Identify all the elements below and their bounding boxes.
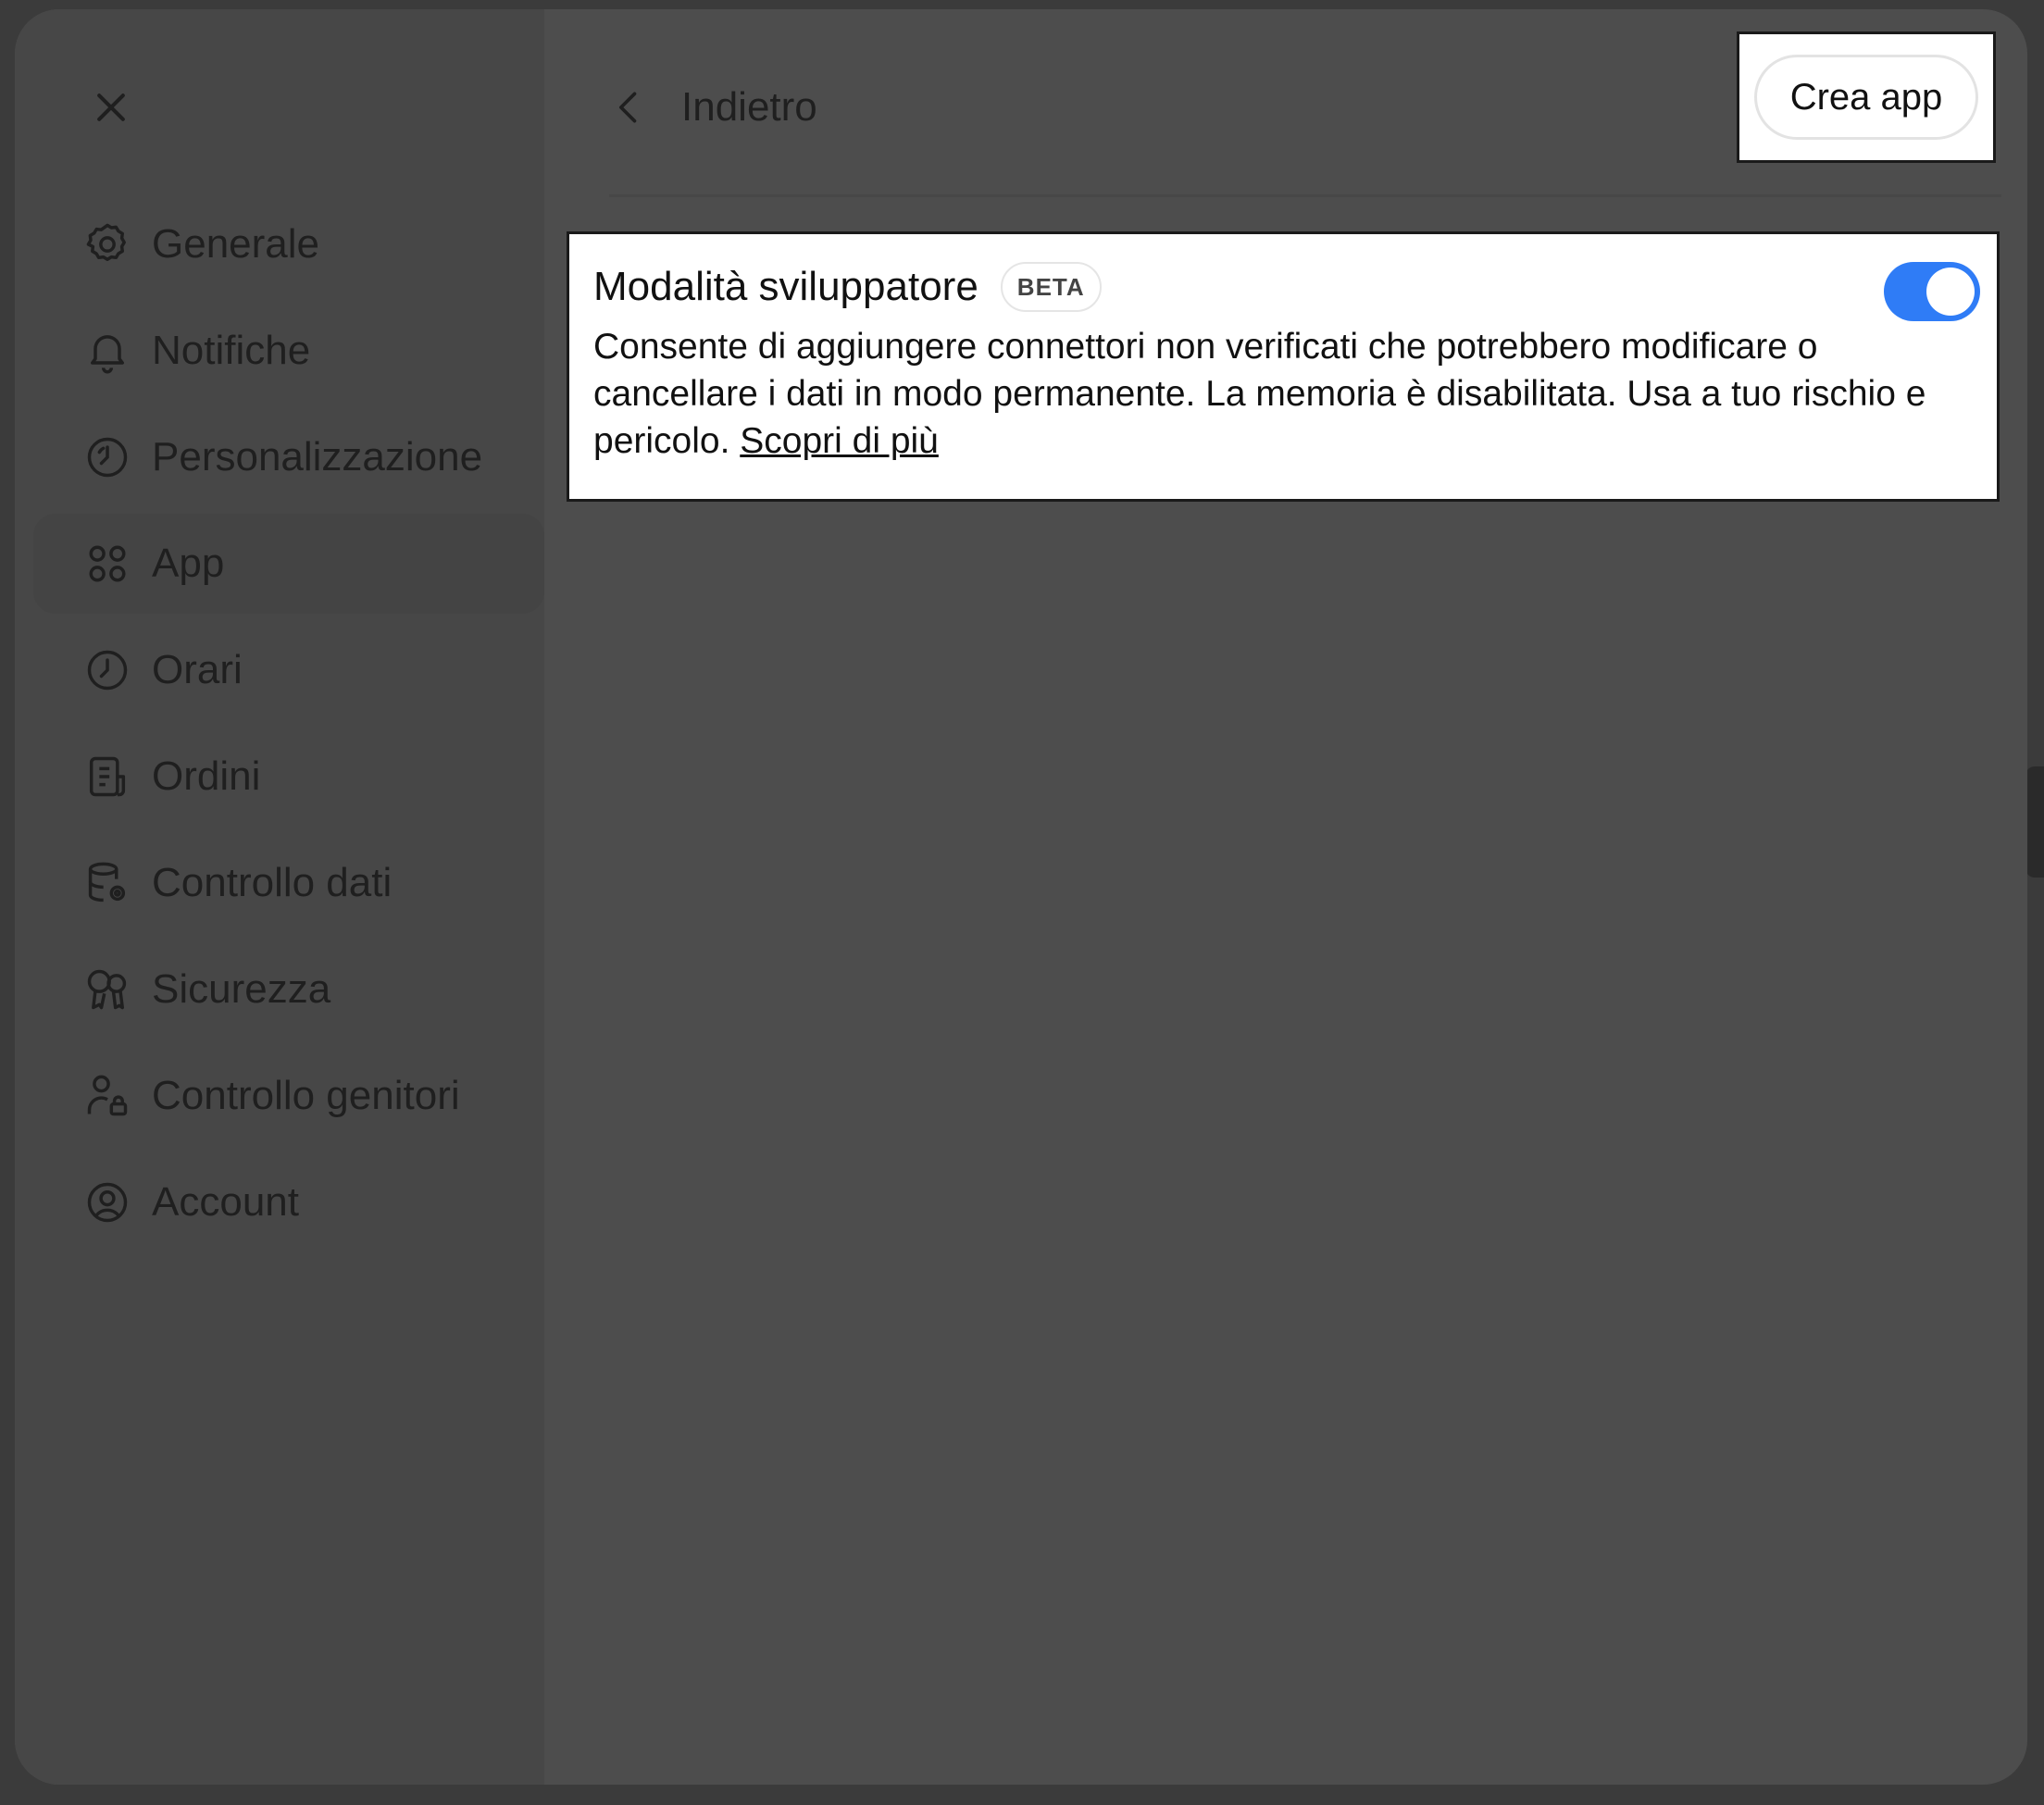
sidebar-item-controllo-genitori[interactable]: Controllo genitori <box>33 1046 544 1146</box>
close-icon <box>97 93 125 121</box>
sidebar-item-orari[interactable]: Orari <box>33 620 544 720</box>
developer-mode-header: Modalità sviluppatore BETA <box>593 255 1973 319</box>
sidebar-item-label: Generale <box>152 221 320 267</box>
back-button[interactable]: Indietro <box>609 70 817 144</box>
sidebar-item-generale[interactable]: Generale <box>33 194 544 294</box>
background-edge <box>2025 766 2044 878</box>
sidebar-item-label: Sicurezza <box>152 966 331 1012</box>
sidebar-item-label: Ordini <box>152 753 261 799</box>
orders-icon <box>81 751 133 803</box>
sidebar-item-controllo-dati[interactable]: Controllo dati <box>33 833 544 933</box>
sidebar-item-account[interactable]: Account <box>33 1152 544 1252</box>
account-icon <box>81 1176 133 1228</box>
sidebar-item-app[interactable]: App <box>33 514 544 614</box>
sidebar-item-notifiche[interactable]: Notifiche <box>33 301 544 401</box>
sidebar-item-label: Controllo dati <box>152 860 393 905</box>
apps-grid-icon <box>81 538 133 590</box>
beta-badge: BETA <box>1000 262 1102 312</box>
chevron-left-icon <box>619 92 637 123</box>
key-icon <box>81 964 133 1015</box>
developer-mode-toggle[interactable] <box>1884 262 1980 321</box>
sidebar-item-ordini[interactable]: Ordini <box>33 727 544 827</box>
create-app-button[interactable]: Crea app <box>1754 55 1978 140</box>
personalization-icon <box>81 431 133 483</box>
create-app-highlight: Crea app <box>1737 31 1996 163</box>
parental-lock-icon <box>81 1070 133 1122</box>
developer-mode-description: Consente di aggiungere connettori non ve… <box>593 323 1954 465</box>
sidebar-item-sicurezza[interactable]: Sicurezza <box>33 940 544 1039</box>
learn-more-link[interactable]: Scopri di più <box>740 421 939 461</box>
settings-nav: Generale Notifiche Personalizzazione App… <box>33 194 544 1259</box>
sidebar-item-label: Account <box>152 1179 299 1225</box>
developer-mode-card: Modalità sviluppatore BETA Consente di a… <box>567 231 2000 502</box>
sidebar-item-personalizzazione[interactable]: Personalizzazione <box>33 407 544 507</box>
header-divider <box>609 194 2001 197</box>
database-gear-icon <box>81 857 133 909</box>
sidebar-item-label: Notifiche <box>152 328 311 373</box>
back-label: Indietro <box>681 84 817 130</box>
toggle-knob <box>1926 268 1975 316</box>
sidebar-item-label: Controllo genitori <box>152 1073 460 1118</box>
sidebar-item-label: Personalizzazione <box>152 434 483 479</box>
close-button[interactable] <box>74 70 148 144</box>
sidebar-item-label: Orari <box>152 647 243 692</box>
bell-icon <box>81 325 133 377</box>
clock-icon <box>81 644 133 696</box>
developer-mode-title: Modalità sviluppatore <box>593 264 978 309</box>
sidebar-item-label: App <box>152 541 225 586</box>
gear-icon <box>81 218 133 270</box>
